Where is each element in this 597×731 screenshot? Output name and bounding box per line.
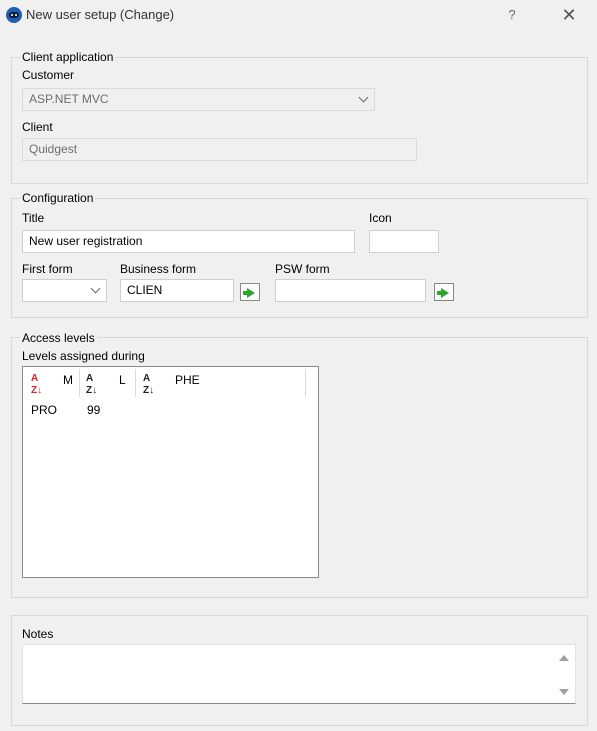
business-form-input[interactable]: CLIEN	[120, 279, 234, 302]
help-button[interactable]: ?	[500, 3, 524, 27]
icon-label: Icon	[369, 211, 392, 225]
client-application-group	[11, 57, 588, 184]
levels-list-label: Levels assigned during	[22, 349, 145, 363]
business-form-go-button[interactable]	[240, 283, 260, 301]
scroll-up-icon[interactable]	[559, 655, 569, 661]
chevron-down-icon	[353, 90, 373, 109]
window-title: New user setup (Change)	[26, 7, 175, 22]
client-field[interactable]: Quidgest	[22, 138, 417, 161]
psw-form-go-button[interactable]	[434, 283, 454, 301]
icon-input[interactable]	[369, 230, 439, 253]
customer-label: Customer	[22, 68, 75, 82]
access-levels-list[interactable]: A Z↓ M A Z↓ L A Z↓ PHE PRO 99	[22, 366, 319, 578]
row-cell-m: PRO	[31, 403, 58, 417]
app-logo-icon	[6, 7, 22, 23]
title-value: New user registration	[29, 234, 143, 248]
psw-form-label: PSW form	[275, 262, 330, 276]
customer-combobox[interactable]: ASP.NET MVC	[22, 88, 375, 111]
customer-value: ASP.NET MVC	[29, 92, 109, 106]
psw-form-input[interactable]	[275, 279, 426, 302]
first-form-label: First form	[22, 262, 73, 276]
scroll-down-icon[interactable]	[559, 689, 569, 695]
notes-textarea[interactable]	[22, 644, 576, 704]
client-value: Quidgest	[29, 142, 78, 156]
title-input[interactable]: New user registration	[22, 230, 355, 253]
client-application-legend: Client application	[20, 50, 116, 64]
row-cell-l: 99	[87, 403, 101, 417]
business-form-label: Business form	[120, 262, 197, 276]
client-label: Client	[22, 120, 53, 134]
business-form-value: CLIEN	[127, 283, 163, 297]
close-button[interactable]: ✕	[556, 3, 582, 27]
notes-label: Notes	[22, 627, 54, 641]
first-form-combobox[interactable]	[22, 279, 107, 302]
title-label: Title	[22, 211, 45, 225]
chevron-down-icon	[85, 281, 105, 300]
list-item[interactable]: PRO 99	[23, 367, 305, 423]
access-levels-legend: Access levels	[20, 331, 97, 345]
title-bar: New user setup (Change) ? ✕	[0, 0, 597, 30]
configuration-legend: Configuration	[20, 191, 96, 205]
